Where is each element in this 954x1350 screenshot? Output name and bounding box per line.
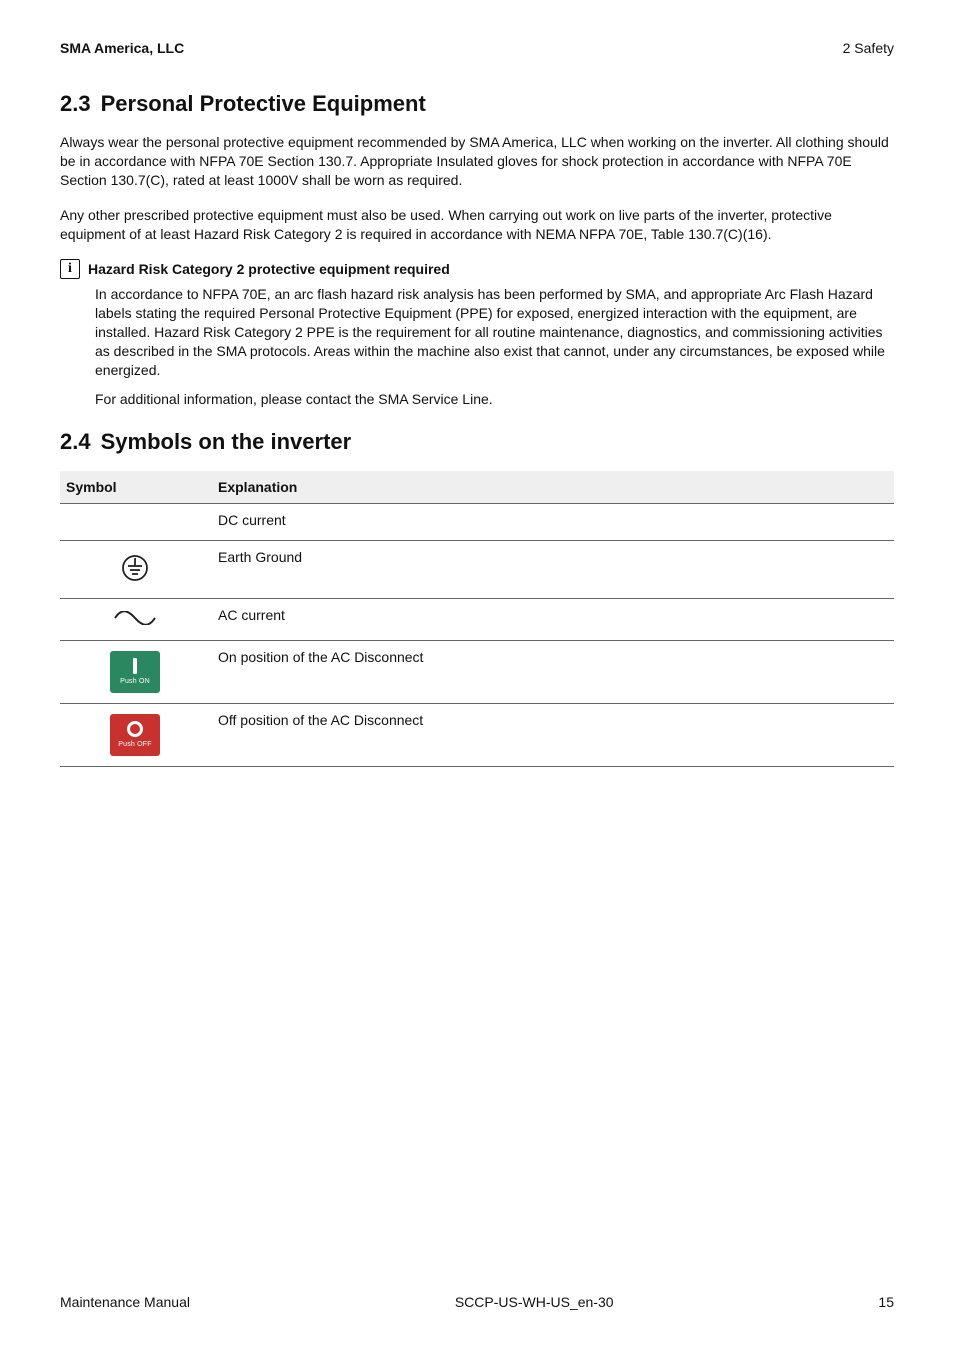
push-on-icon: Push ON xyxy=(110,651,160,693)
explanation-cell: Off position of the AC Disconnect xyxy=(210,703,894,766)
company-name: SMA America, LLC xyxy=(60,40,184,56)
table-row: Push ON On position of the AC Disconnect xyxy=(60,640,894,703)
symbol-cell xyxy=(60,540,210,598)
page: SMA America, LLC 2 Safety 2.3 Personal Pr… xyxy=(0,0,954,1350)
paragraph: Always wear the personal protective equi… xyxy=(60,133,894,190)
footer-right: 15 xyxy=(878,1294,894,1310)
table-row: Push OFF Off position of the AC Disconne… xyxy=(60,703,894,766)
section-2-4-heading: 2.4 Symbols on the inverter xyxy=(60,429,894,455)
section-2-3-heading: 2.3 Personal Protective Equipment xyxy=(60,91,894,117)
section-number: 2.3 xyxy=(60,91,91,116)
section-title: Personal Protective Equipment xyxy=(101,91,426,116)
paragraph: For additional information, please conta… xyxy=(95,390,894,409)
ac-current-icon xyxy=(113,612,157,628)
symbol-cell: Push ON xyxy=(60,640,210,703)
explanation-cell: AC current xyxy=(210,598,894,640)
col-symbol: Symbol xyxy=(60,471,210,504)
symbols-table: Symbol Explanation DC current xyxy=(60,471,894,767)
paragraph: In accordance to NFPA 70E, an arc flash … xyxy=(95,285,894,379)
section-number: 2.4 xyxy=(60,429,91,454)
earth-ground-icon xyxy=(120,570,150,586)
table-row: DC current xyxy=(60,503,894,540)
info-title: Hazard Risk Category 2 protective equipm… xyxy=(88,261,450,277)
symbol-cell xyxy=(60,598,210,640)
explanation-cell: On position of the AC Disconnect xyxy=(210,640,894,703)
table-header-row: Symbol Explanation xyxy=(60,471,894,504)
page-header: SMA America, LLC 2 Safety xyxy=(60,40,894,56)
table-row: Earth Ground xyxy=(60,540,894,598)
info-icon: i xyxy=(60,259,80,279)
section-title: Symbols on the inverter xyxy=(101,429,352,454)
push-off-icon: Push OFF xyxy=(110,714,160,756)
page-footer: Maintenance Manual SCCP-US-WH-US_en-30 1… xyxy=(60,1294,894,1310)
footer-center: SCCP-US-WH-US_en-30 xyxy=(455,1294,614,1310)
footer-left: Maintenance Manual xyxy=(60,1294,190,1310)
info-body: In accordance to NFPA 70E, an arc flash … xyxy=(95,285,894,408)
section-ref: 2 Safety xyxy=(843,40,894,56)
symbol-cell: Push OFF xyxy=(60,703,210,766)
push-off-label: Push OFF xyxy=(118,741,152,748)
table-row: AC current xyxy=(60,598,894,640)
symbol-cell xyxy=(60,503,210,540)
info-block: i Hazard Risk Category 2 protective equi… xyxy=(60,259,894,418)
explanation-cell: DC current xyxy=(210,503,894,540)
info-title-row: i Hazard Risk Category 2 protective equi… xyxy=(60,259,894,279)
paragraph: Any other prescribed protective equipmen… xyxy=(60,206,894,244)
explanation-cell: Earth Ground xyxy=(210,540,894,598)
push-on-label: Push ON xyxy=(120,678,150,685)
col-explanation: Explanation xyxy=(210,471,894,504)
